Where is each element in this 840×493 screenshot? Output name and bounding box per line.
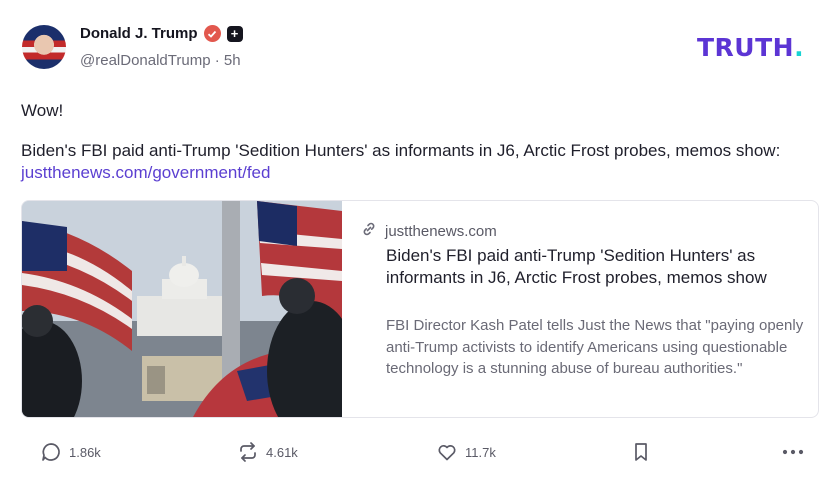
link-preview-card[interactable]: justthenews.com Biden's FBI paid anti-Tr… xyxy=(21,200,819,418)
author-handle-row: @realDonaldTrump · 5h xyxy=(80,52,241,69)
logo-text: TRUTH xyxy=(697,33,795,62)
post-time: · 5h xyxy=(214,52,241,69)
retruth-button[interactable]: 4.61k xyxy=(237,441,298,463)
author-display-name[interactable]: Donald J. Trump xyxy=(80,25,198,42)
retruth-icon xyxy=(240,442,256,462)
card-domain-row: justthenews.com xyxy=(361,221,497,241)
logo-dot: . xyxy=(794,33,805,62)
plus-badge-icon: + xyxy=(226,25,243,42)
avatar[interactable] xyxy=(22,25,66,69)
heart-icon xyxy=(438,445,456,461)
reply-count: 1.86k xyxy=(69,444,101,460)
action-bar: 1.86k 4.61k 11.7k xyxy=(0,441,840,467)
like-count: 11.7k xyxy=(465,444,496,460)
card-domain: justthenews.com xyxy=(385,222,497,240)
link-icon xyxy=(361,221,377,241)
ellipsis-icon xyxy=(782,449,804,455)
card-description: FBI Director Kash Patel tells Just the N… xyxy=(386,317,804,377)
post-body: Biden's FBI paid anti-Trump 'Sedition Hu… xyxy=(21,140,811,184)
verified-badge-icon xyxy=(203,25,221,42)
more-options-button[interactable] xyxy=(781,441,805,463)
card-image xyxy=(22,201,342,417)
like-button[interactable]: 11.7k xyxy=(436,441,496,463)
reply-button[interactable]: 1.86k xyxy=(40,441,101,463)
card-title: Biden's FBI paid anti-Trump 'Sedition Hu… xyxy=(386,246,767,287)
post-link[interactable]: justthenews.com/government/fed xyxy=(21,163,270,182)
retruth-count: 4.61k xyxy=(266,444,298,460)
post-line-1: Wow! xyxy=(21,101,64,120)
author-name-row: Donald J. Trump + xyxy=(80,25,243,42)
bookmark-icon xyxy=(635,443,647,461)
reply-icon xyxy=(42,443,60,461)
bookmark-button[interactable] xyxy=(630,441,652,463)
truth-logo[interactable]: TRUTH. xyxy=(697,33,804,62)
post-text: Biden's FBI paid anti-Trump 'Sedition Hu… xyxy=(21,141,781,160)
author-handle[interactable]: @realDonaldTrump xyxy=(80,52,211,69)
